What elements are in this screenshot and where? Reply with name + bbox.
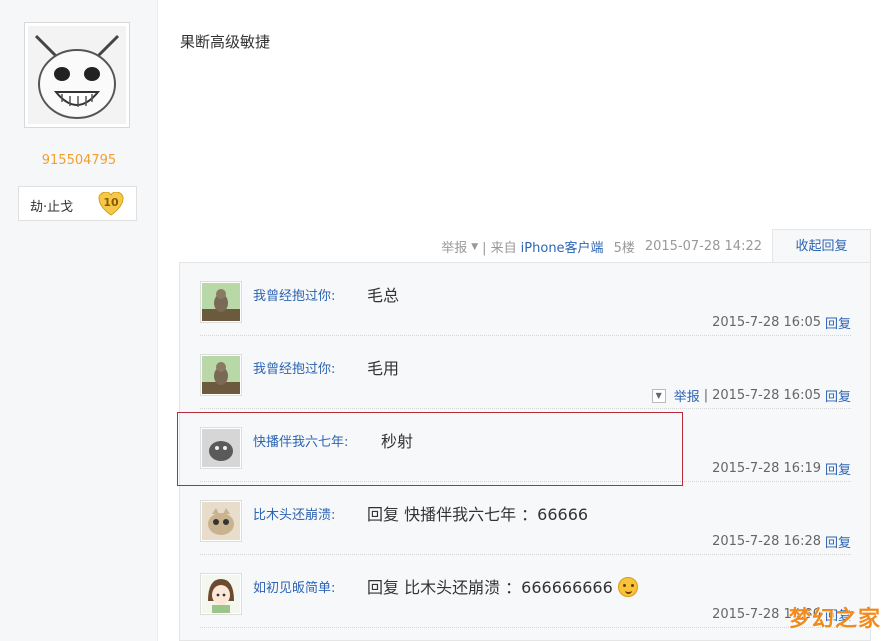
reply-avatar[interactable] xyxy=(200,281,242,323)
list-item: 我曾经抱过你: 毛总 2015-7-28 16:05 回复 xyxy=(200,263,851,336)
badge-level-number: 10 xyxy=(103,196,119,209)
reply-username[interactable]: 我曾经抱过你: xyxy=(253,285,335,304)
reply-text-wrap: 回复 比木头还崩溃 ：666666666 xyxy=(367,574,638,598)
reply-avatar[interactable] xyxy=(200,354,242,396)
reply-button[interactable]: 回复 xyxy=(825,386,851,405)
separator: | xyxy=(703,388,709,403)
reply-avatar[interactable] xyxy=(200,573,242,615)
collapse-replies-button[interactable]: 收起回复 xyxy=(772,229,871,263)
author-username[interactable]: 915504795 xyxy=(0,153,158,168)
reply-footer: 2015-7-28 16:19 回复 xyxy=(712,459,851,478)
report-link[interactable]: 举报 xyxy=(441,237,467,256)
reply-text: 回复 比木头还崩溃 ：666666666 xyxy=(367,578,613,597)
member-badge[interactable]: 劫·止戈 10 xyxy=(18,186,137,221)
reply-time: 2015-7-28 16:05 xyxy=(712,388,821,403)
reply-username[interactable]: 如初见皈简单: xyxy=(253,577,335,596)
post-content: 果断高级敏捷 xyxy=(180,33,271,51)
highlight-box xyxy=(177,412,683,486)
reply-text: 毛用 xyxy=(367,359,400,378)
reply-time: 2015-7-28 16:28 xyxy=(712,534,821,549)
site-watermark: 梦幻之家 xyxy=(788,607,881,632)
reply-username[interactable]: 我曾经抱过你: xyxy=(253,358,335,377)
post-meta: 举报 ▼ | 来自 iPhone客户端 5楼 2015-07-28 14:22 xyxy=(441,237,762,256)
reply-time: 2015-7-28 16:05 xyxy=(712,315,821,330)
caret-down-icon[interactable]: ▼ xyxy=(471,242,478,252)
reply-footer: 2015-7-28 16:28 回复 xyxy=(712,532,851,551)
reply-button[interactable]: 回复 xyxy=(825,313,851,332)
reply-button[interactable]: 回复 xyxy=(825,459,851,478)
reply-footer: 2015-7-28 16:05 回复 xyxy=(712,313,851,332)
avatar-image xyxy=(28,26,126,124)
meme-face-icon xyxy=(28,26,126,124)
post-datetime: 2015-07-28 14:22 xyxy=(644,239,762,254)
kitten-avatar-icon xyxy=(202,502,240,540)
cat-avatar-icon xyxy=(202,283,240,321)
floor-number: 5楼 xyxy=(613,241,635,256)
reply-button[interactable]: 回复 xyxy=(825,532,851,551)
source-prefix: | 来自 xyxy=(482,241,517,256)
list-item: 我曾经抱过你: 毛用 ▼ 举报 | 2015-7-28 16:05 回复 xyxy=(200,336,851,409)
cat-avatar-icon xyxy=(202,356,240,394)
reply-text: 毛总 xyxy=(367,286,400,305)
badge-name: 劫·止戈 xyxy=(30,200,74,215)
reply-footer: ▼ 举报 | 2015-7-28 16:05 回复 xyxy=(651,386,851,405)
author-sidebar: 915504795 劫·止戈 10 xyxy=(0,0,158,641)
list-item: 比木头还崩溃: 回复 快播伴我六七年 ：66666 2015-7-28 16:2… xyxy=(200,482,851,555)
reply-avatar[interactable] xyxy=(200,500,242,542)
list-item: 如初见皈简单: 回复 比木头还崩溃 ：666666666 2015-7-28 1… xyxy=(200,555,851,628)
dropdown-arrow-icon[interactable]: ▼ xyxy=(651,388,666,403)
author-avatar[interactable] xyxy=(24,22,130,128)
anime-girl-avatar-icon xyxy=(202,575,240,613)
level-badge-icon: 10 xyxy=(98,191,124,216)
grinning-face-emoji-icon xyxy=(617,577,638,597)
report-link[interactable]: 举报 xyxy=(674,386,700,405)
client-source-link[interactable]: iPhone客户端 xyxy=(521,237,604,256)
reply-username[interactable]: 比木头还崩溃: xyxy=(253,504,335,523)
reply-time: 2015-7-28 16:19 xyxy=(712,461,821,476)
reply-text: 回复 快播伴我六七年 ：66666 xyxy=(367,505,589,524)
